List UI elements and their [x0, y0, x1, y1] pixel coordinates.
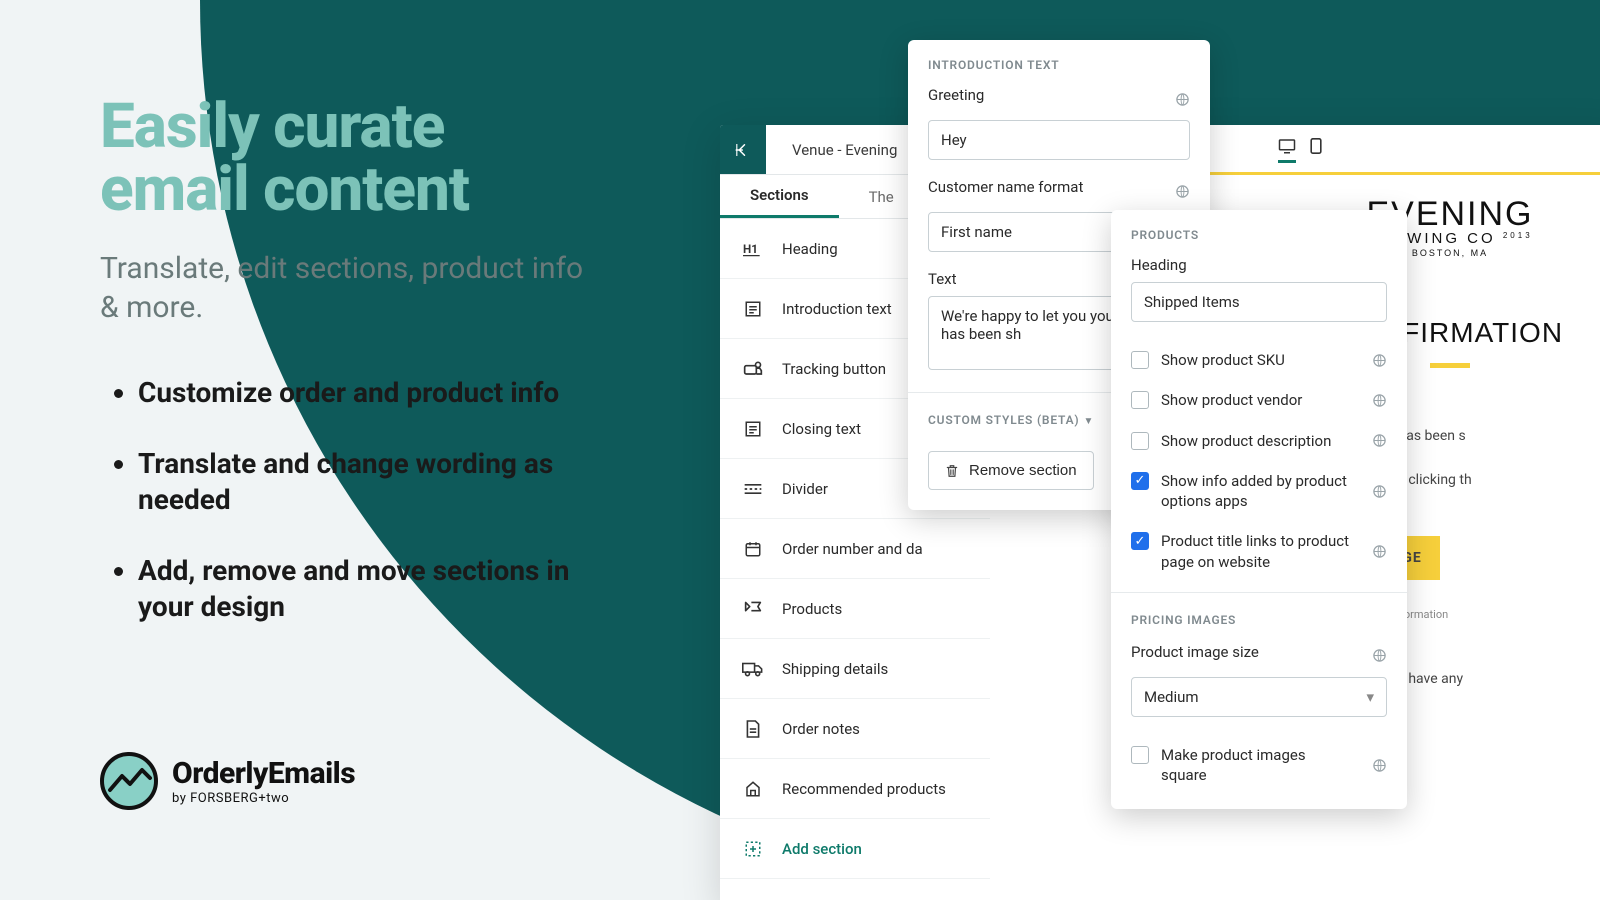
panel-title: PRODUCTS: [1111, 210, 1407, 256]
globe-icon[interactable]: [1372, 758, 1387, 773]
globe-icon[interactable]: [1372, 353, 1387, 368]
product-option-checkbox[interactable]: Show product description: [1111, 421, 1407, 461]
preview-brand-year: 2013: [1503, 231, 1533, 240]
trash-icon: [945, 463, 959, 479]
products-panel: PRODUCTS Heading Show product SKU Show pr…: [1111, 210, 1407, 809]
brand-mark-icon: [100, 752, 158, 810]
chevron-down-icon: ▾: [1366, 688, 1374, 706]
globe-icon[interactable]: [1372, 433, 1387, 448]
recommended-icon: [742, 778, 764, 800]
tab-sections[interactable]: Sections: [720, 175, 839, 218]
order-icon: [742, 538, 764, 560]
chevron-down-icon: ▼: [1083, 416, 1094, 427]
greeting-label: Greeting: [928, 86, 984, 104]
back-icon: [734, 141, 752, 159]
feature-item: Add, remove and move sections in your de…: [138, 553, 600, 626]
globe-icon[interactable]: [1372, 544, 1387, 559]
image-size-label: Product image size: [1131, 643, 1259, 661]
feature-item: Translate and change wording as needed: [138, 446, 600, 519]
brand-byline: by FORSBERG+two: [172, 791, 355, 806]
globe-icon[interactable]: [1372, 393, 1387, 408]
divider-icon: [742, 478, 764, 500]
product-option-checkbox[interactable]: Show product SKU: [1111, 340, 1407, 380]
product-option-checkbox[interactable]: ✓ Product title links to product page on …: [1111, 521, 1407, 582]
custom-styles-label: CUSTOM STYLES (BETA): [928, 413, 1079, 427]
notes-icon: [742, 718, 764, 740]
globe-icon[interactable]: [1372, 648, 1387, 663]
heading-label: Heading: [1131, 256, 1387, 274]
headline: Easily curate email content: [100, 95, 600, 221]
checkbox-icon: ✓: [1131, 532, 1149, 550]
globe-icon[interactable]: [1372, 484, 1387, 499]
product-option-checkbox[interactable]: Show product vendor: [1111, 380, 1407, 420]
desktop-icon[interactable]: [1278, 138, 1296, 163]
pricing-images-header: PRICING IMAGES: [1111, 592, 1407, 637]
marketing-copy: Easily curate email content Translate, e…: [100, 95, 600, 659]
brand-text: OrderlyEmails by FORSBERG+two: [172, 756, 355, 806]
add-icon: [742, 838, 764, 860]
checkbox-icon: [1131, 391, 1149, 409]
remove-section-button[interactable]: Remove section: [928, 451, 1094, 490]
square-images-label: Make product images square: [1161, 745, 1352, 786]
checkbox-icon: [1131, 432, 1149, 450]
image-size-select[interactable]: Medium ▾: [1131, 677, 1387, 717]
checkbox-label: Show product description: [1161, 431, 1352, 451]
remove-section-label: Remove section: [969, 462, 1077, 479]
globe-icon[interactable]: [1175, 184, 1190, 199]
shipping-icon: [742, 658, 764, 680]
heading-input[interactable]: [1131, 282, 1387, 322]
mobile-icon[interactable]: [1310, 138, 1322, 160]
product-option-checkbox[interactable]: ✓ Show info added by product options apps: [1111, 461, 1407, 522]
image-size-value: Medium: [1144, 688, 1199, 706]
checkbox-icon: [1131, 351, 1149, 369]
panel-title: INTRODUCTION TEXT: [908, 40, 1210, 86]
text-icon: [742, 298, 764, 320]
name-format-label: Customer name format: [928, 178, 1083, 196]
feature-item: Customize order and product info: [138, 375, 600, 411]
h1-icon: H1: [742, 238, 764, 260]
checkbox-label: Show product vendor: [1161, 390, 1352, 410]
subheadline: Translate, edit sections, product info &…: [100, 249, 600, 327]
checkbox-icon: ✓: [1131, 472, 1149, 490]
greeting-input[interactable]: [928, 120, 1190, 160]
checkbox-label: Show product SKU: [1161, 350, 1352, 370]
svg-text:H1: H1: [743, 242, 758, 256]
checkbox-icon: [1131, 746, 1149, 764]
brand-name: OrderlyEmails: [172, 756, 355, 791]
tracking-icon: [742, 358, 764, 380]
venue-label[interactable]: Venue - Evening: [766, 125, 924, 174]
square-images-checkbox[interactable]: Make product images square: [1111, 735, 1407, 796]
checkbox-label: Show info added by product options apps: [1161, 471, 1352, 512]
products-icon: [742, 598, 764, 620]
text-icon: [742, 418, 764, 440]
checkbox-label: Product title links to product page on w…: [1161, 531, 1352, 572]
feature-list: Customize order and product info Transla…: [100, 375, 600, 625]
brand-logo: OrderlyEmails by FORSBERG+two: [100, 752, 355, 810]
yellow-divider: [1430, 363, 1470, 368]
globe-icon[interactable]: [1175, 92, 1190, 107]
back-button[interactable]: [720, 125, 766, 174]
